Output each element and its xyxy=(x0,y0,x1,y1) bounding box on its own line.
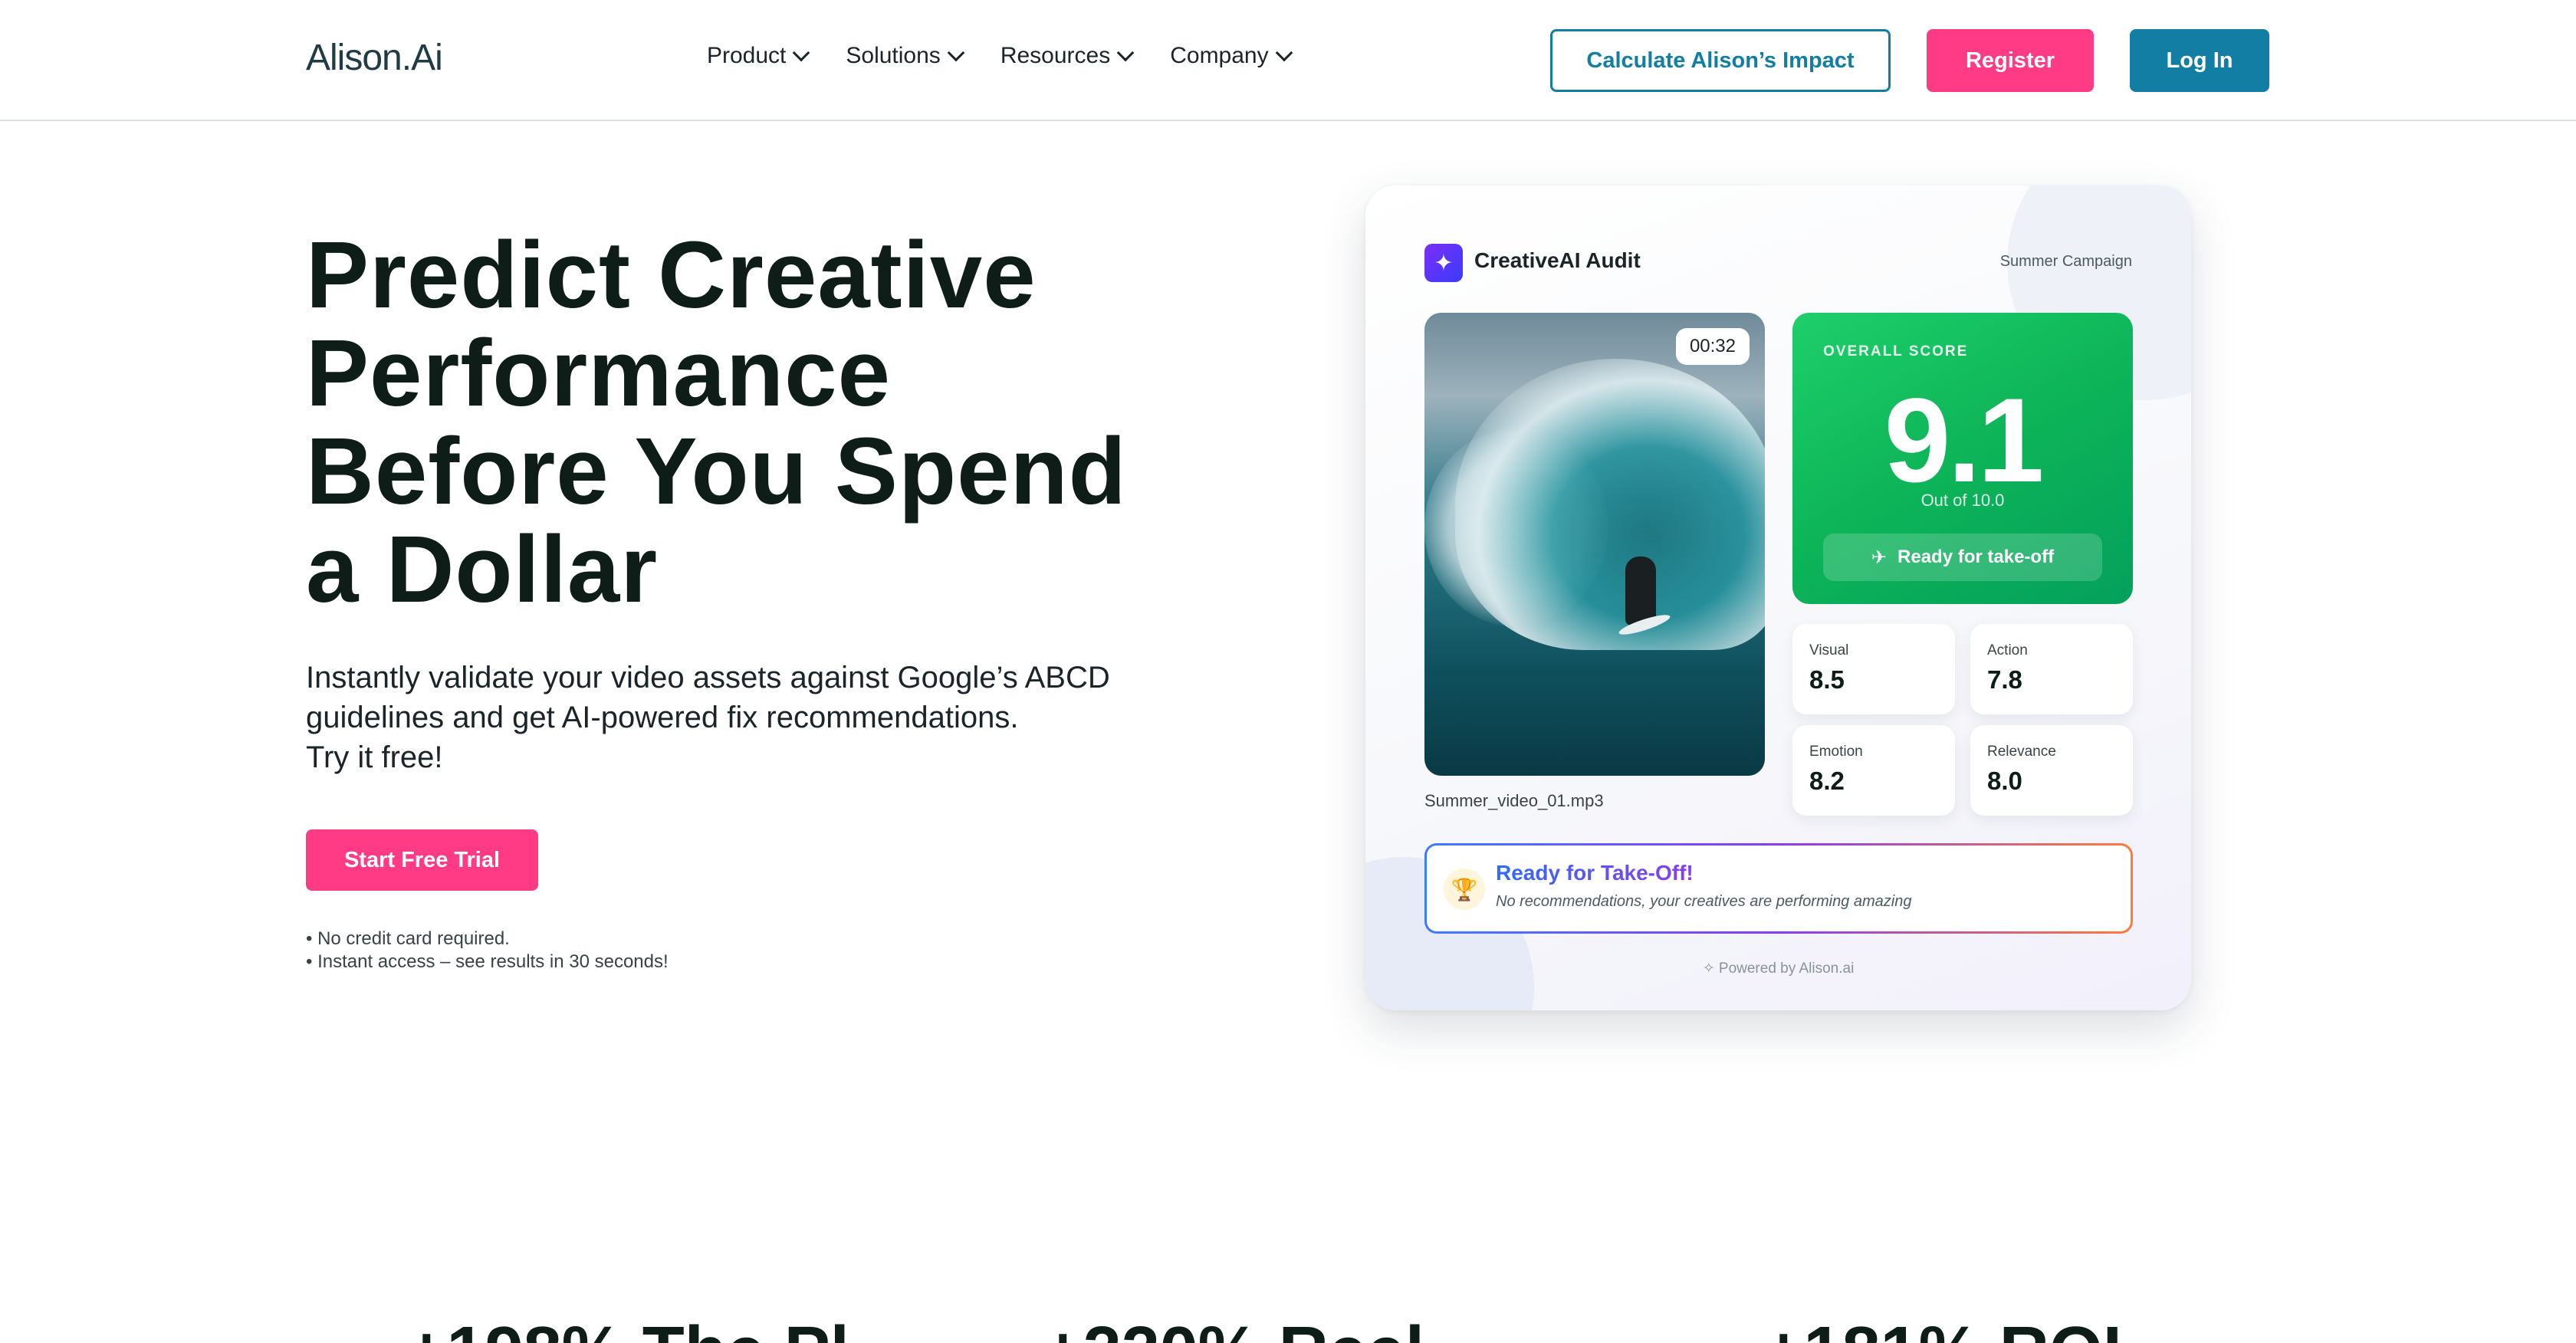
trophy-icon: 🏆 xyxy=(1444,869,1485,910)
metric-label: Action xyxy=(1987,642,2028,658)
hero-notes: • No credit card required. • Instant acc… xyxy=(306,928,669,974)
video-timer: 00:32 xyxy=(1675,328,1750,365)
metric-label: Visual xyxy=(1809,642,1849,658)
login-button[interactable]: Log In xyxy=(2130,29,2269,92)
chevron-down-icon xyxy=(1275,44,1293,62)
metric-action: Action 7.8 xyxy=(1970,624,2133,714)
chevron-down-icon xyxy=(947,44,965,62)
stats-row: +198% The Pl +220% Reel +181% ROI xyxy=(0,1312,2576,1343)
powered-by-label: Powered by Alison.ai xyxy=(1718,960,1855,977)
video-filename: Summer_video_01.mp3 xyxy=(1424,791,1604,810)
register-button[interactable]: Register xyxy=(1927,29,2094,92)
metric-value: 7.8 xyxy=(1987,665,2022,694)
score-out-of: Out of 10.0 xyxy=(1921,491,2005,510)
nav-solutions[interactable]: Solutions xyxy=(846,43,965,69)
ready-for-takeoff-label: Ready for take-off xyxy=(1898,547,2055,567)
wave-crest xyxy=(1455,359,1765,650)
ready-for-takeoff-button[interactable]: ✈ Ready for take-off xyxy=(1823,534,2102,581)
hero-subtitle-line: Try it free! xyxy=(306,740,443,774)
nav-resources[interactable]: Resources xyxy=(1000,43,1135,69)
nav-company[interactable]: Company xyxy=(1170,43,1293,69)
metric-label: Relevance xyxy=(1987,744,2056,760)
hero-subtitle-line: Instantly validate your video assets aga… xyxy=(306,661,1110,694)
start-free-trial-button[interactable]: Start Free Trial xyxy=(306,829,538,891)
takeoff-title: Ready for Take-Off! xyxy=(1496,861,1694,885)
metric-emotion: Emotion 8.2 xyxy=(1792,725,1955,816)
sparkle-icon: ✦ xyxy=(1424,244,1463,282)
overall-score-panel: OVERALL SCORE 9.1 Out of 10.0 ✈ Ready fo… xyxy=(1792,313,2133,604)
nav-product[interactable]: Product xyxy=(707,43,810,69)
metric-value: 8.5 xyxy=(1809,665,1845,694)
note-instant-access: • Instant access – see results in 30 sec… xyxy=(306,951,669,972)
metric-value: 8.2 xyxy=(1809,767,1845,795)
metric-visual: Visual 8.5 xyxy=(1792,624,1955,714)
surfer xyxy=(1625,557,1656,626)
campaign-label: Summer Campaign xyxy=(1999,253,2132,270)
site-header: Alison.Ai Product Solutions Resources Co… xyxy=(0,0,2576,121)
card-title: CreativeAI Audit xyxy=(1474,248,1641,272)
main-nav: Product Solutions Resources Company xyxy=(707,43,1329,69)
hero-subtitle: Instantly validate your video assets aga… xyxy=(306,658,1195,777)
hero-title: Predict Creative Performance Before You … xyxy=(306,223,1127,622)
powered-by: ✧ Powered by Alison.ai xyxy=(1365,960,2191,977)
nav-company-label: Company xyxy=(1170,43,1269,68)
takeoff-banner: 🏆 Ready for Take-Off! No recommendations… xyxy=(1424,843,2133,934)
nav-resources-label: Resources xyxy=(1000,43,1111,68)
creative-audit-card: ✦ CreativeAI Audit Summer Campaign 00:32… xyxy=(1365,186,2191,1010)
stat-item: +220% Reel xyxy=(1043,1312,1424,1343)
calculate-impact-button[interactable]: Calculate Alison’s Impact xyxy=(1550,29,1891,92)
metric-label: Emotion xyxy=(1809,744,1863,760)
score-value: 9.1 xyxy=(1884,374,2045,507)
chevron-down-icon xyxy=(793,44,810,62)
hero-subtitle-line: guidelines and get AI-powered fix recomm… xyxy=(306,701,1019,734)
chevron-down-icon xyxy=(1116,44,1135,62)
note-no-credit-card: • No credit card required. xyxy=(306,928,510,949)
nav-product-label: Product xyxy=(707,43,787,68)
stat-item: +198% The Pl xyxy=(406,1312,849,1343)
metric-value: 8.0 xyxy=(1987,767,2022,795)
metric-relevance: Relevance 8.0 xyxy=(1970,725,2133,816)
plane-takeoff-icon: ✈ xyxy=(1871,547,1888,568)
logo[interactable]: Alison.Ai xyxy=(306,37,443,79)
sparkle-icon: ✧ xyxy=(1702,960,1719,977)
score-label: OVERALL SCORE xyxy=(1823,343,1969,360)
video-thumbnail[interactable]: 00:32 xyxy=(1424,313,1765,776)
takeoff-subtitle: No recommendations, your creatives are p… xyxy=(1496,893,1912,910)
stat-item: +181% ROI xyxy=(1763,1312,2122,1343)
nav-solutions-label: Solutions xyxy=(846,43,941,68)
